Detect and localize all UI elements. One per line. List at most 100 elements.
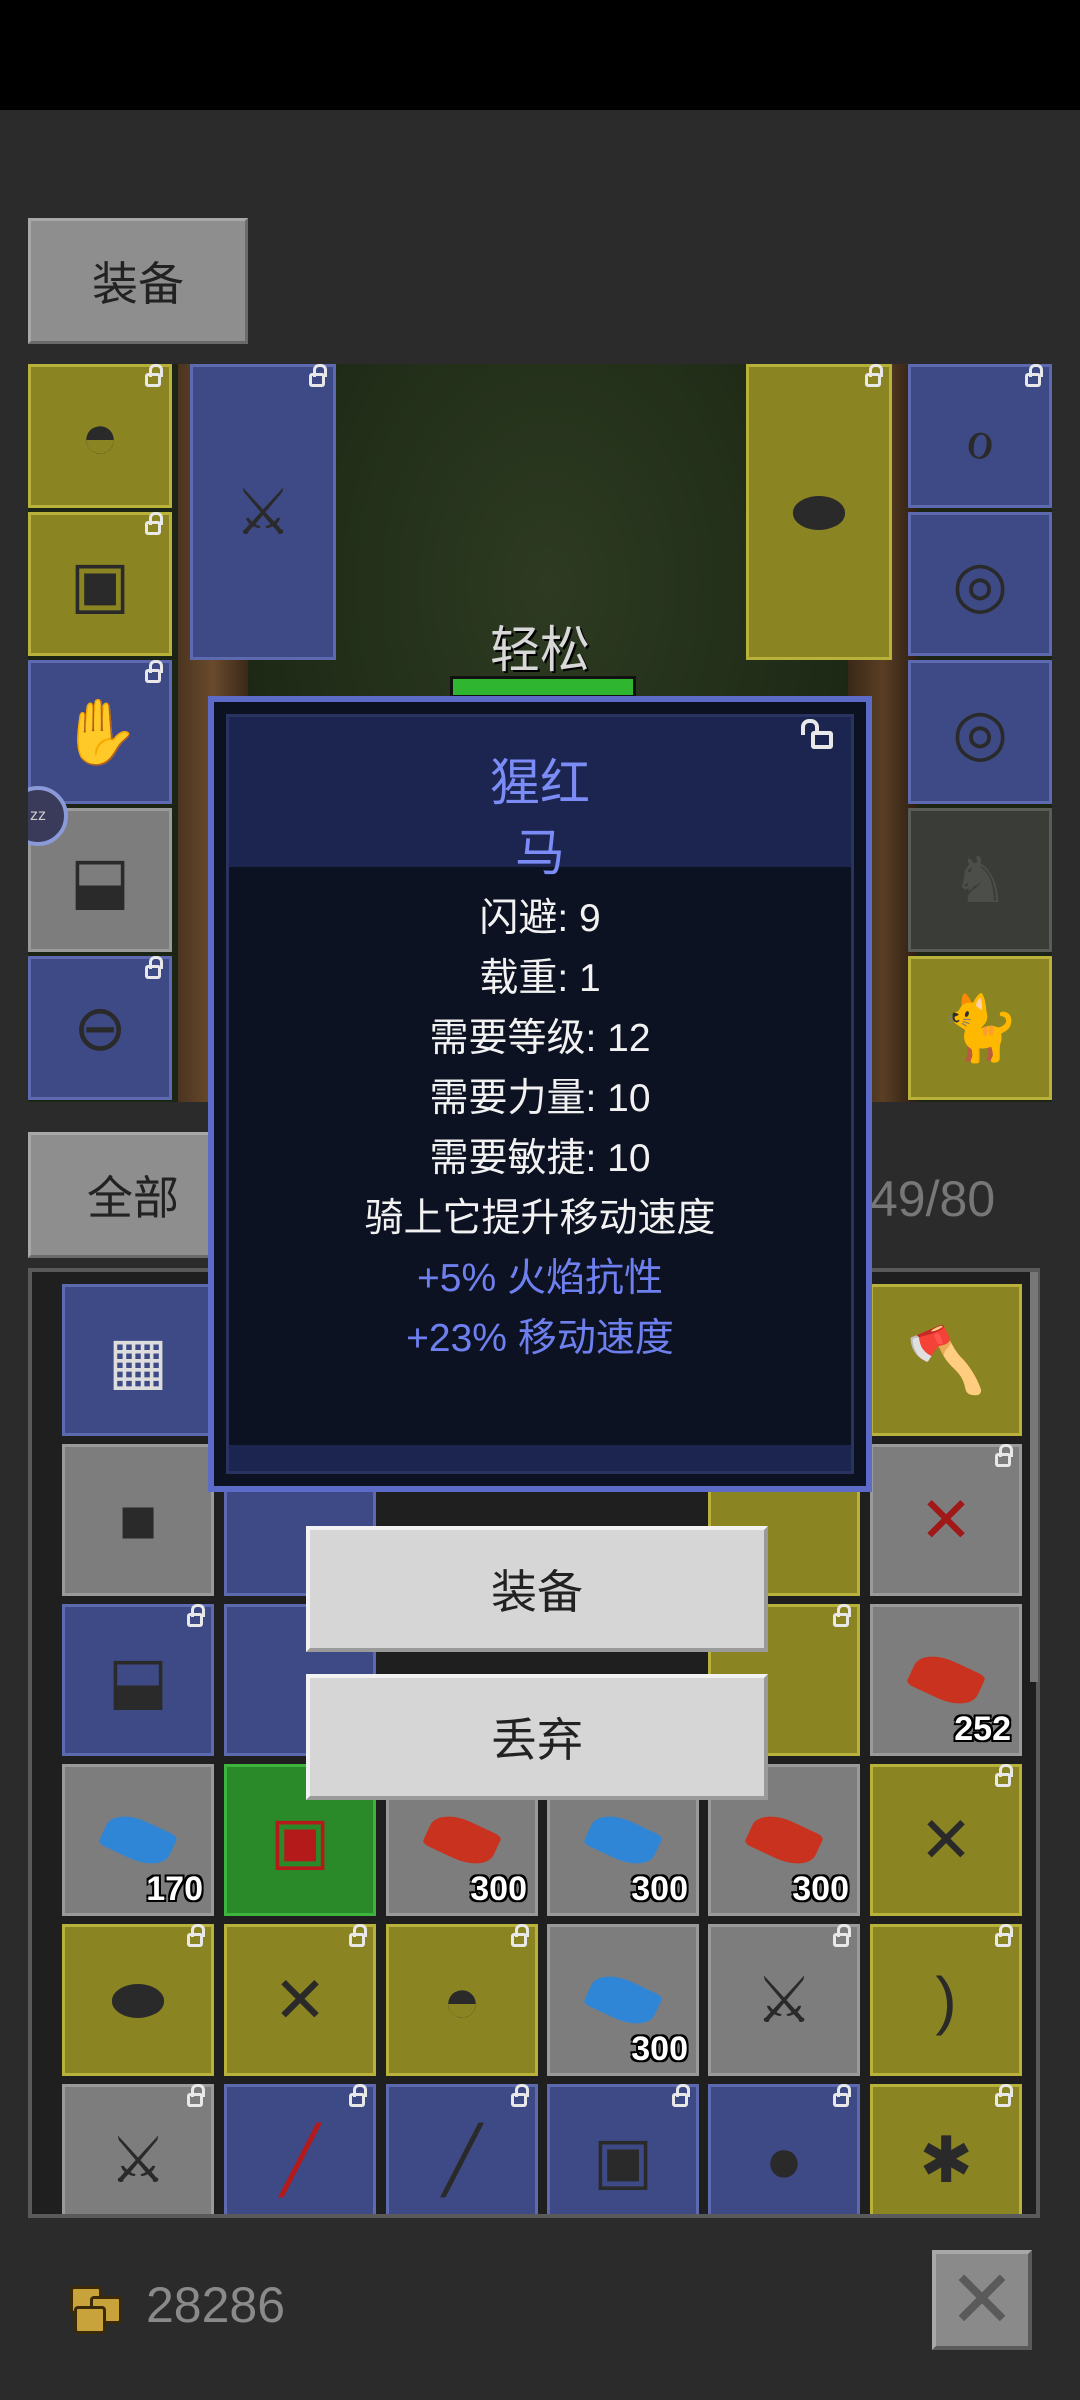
inventory-slot[interactable]: ✕ <box>870 1444 1022 1596</box>
staff-icon: ╱ <box>280 2124 320 2196</box>
equip-button[interactable]: 装备 <box>306 1526 768 1652</box>
amulet-slot[interactable]: ℴ <box>908 364 1052 508</box>
lock-icon <box>995 1444 1013 1467</box>
lock-icon <box>187 1924 205 1947</box>
lock-icon <box>672 2084 690 2107</box>
lock-icon <box>995 2084 1013 2107</box>
blue-feather-icon <box>582 1967 664 2033</box>
dialog-footer <box>229 1445 851 1471</box>
inventory-slot[interactable]: ✕ <box>224 1924 376 2076</box>
inventory-count: 49/80 <box>870 1171 996 1227</box>
lock-icon <box>1025 364 1043 387</box>
lock-icon <box>833 2084 851 2107</box>
lock-icon <box>187 1604 205 1627</box>
inventory-slot[interactable]: 🪓 <box>870 1284 1022 1436</box>
lock-icon <box>145 512 163 535</box>
gold-amount: 28286 <box>146 2277 286 2333</box>
armor-icon: ▣ <box>69 548 131 620</box>
ring-icon: ◎ <box>952 548 1008 620</box>
sword-icon: ⚔ <box>755 1964 813 2036</box>
round-shield-icon: ● <box>764 2124 804 2196</box>
inventory-slot[interactable]: ⬬ <box>62 1924 214 2076</box>
status-bar <box>0 0 1080 110</box>
inventory-slot[interactable]: ⚔ <box>708 1924 860 2076</box>
inventory-slot[interactable]: ■ <box>62 1444 214 1596</box>
lock-icon <box>309 364 327 387</box>
bonus-fire-resistance: +5% 火焰抗性 <box>417 1257 663 1300</box>
inventory-slot[interactable]: ) <box>870 1924 1022 2076</box>
cat-icon: 🐈 <box>940 992 1020 1064</box>
item-quantity: 300 <box>792 1870 849 1908</box>
inventory-scrollbar[interactable] <box>1030 1272 1038 1682</box>
helmet-icon: ◓ <box>80 400 120 472</box>
helmet-slot[interactable]: ◓ <box>28 364 172 508</box>
inventory-slot[interactable]: ⚔ <box>62 2084 214 2214</box>
lock-icon <box>145 364 163 387</box>
amulet-icon: ℴ <box>965 400 995 472</box>
discard-button[interactable]: 丢弃 <box>306 1674 768 1800</box>
lock-icon <box>349 2084 367 2107</box>
bonus-move-speed: +23% 移动速度 <box>406 1317 674 1360</box>
belt-slot[interactable]: ⊖ <box>28 956 172 1100</box>
item-quantity: 170 <box>146 1870 203 1908</box>
item-quantity: 300 <box>631 1870 688 1908</box>
lock-icon <box>511 1924 529 1947</box>
pet-slot[interactable]: 🐈 <box>908 956 1052 1100</box>
crossed-swords-icon: ✕ <box>273 1964 327 2036</box>
armor-icon: ▣ <box>592 2124 654 2196</box>
item-quantity: 300 <box>470 1870 527 1908</box>
stat-carry-weight: 载重: 1 <box>479 957 601 1000</box>
inventory-slot[interactable]: ▦ <box>62 1284 214 1436</box>
inventory-slot[interactable]: ✱ <box>870 2084 1022 2214</box>
inventory-slot[interactable]: ╱ <box>224 2084 376 2214</box>
bow-icon: ) <box>935 1964 957 2036</box>
armor-slot[interactable]: ▣ <box>28 512 172 656</box>
red-feather-icon <box>743 1807 825 1873</box>
stat-required-strength: 需要力量: 10 <box>429 1077 651 1120</box>
item-quantity: 252 <box>954 1710 1011 1748</box>
blue-feather-icon <box>97 1807 179 1873</box>
inventory-slot[interactable]: ✕ <box>870 1764 1022 1916</box>
tab-all[interactable]: 全部 <box>28 1132 238 1258</box>
shield-icon: ⬬ <box>110 1964 166 2036</box>
item-quantity: 300 <box>631 2030 688 2068</box>
blue-feather-icon <box>582 1807 664 1873</box>
lock-icon <box>145 956 163 979</box>
mount-slot-empty[interactable]: ♞ <box>908 808 1052 952</box>
lock-icon <box>145 660 163 683</box>
red-feather-icon <box>421 1807 503 1873</box>
hero-health-bar <box>450 676 636 698</box>
inventory-slot[interactable]: 300 <box>547 1924 699 2076</box>
item-detail-dialog: 猩红 马 闪避: 9 载重: 1 需要等级: 12 需要力量: 10 需要敏捷:… <box>208 696 872 1492</box>
lock-icon <box>995 1924 1013 1947</box>
inventory-slot[interactable]: ◓ <box>386 1924 538 2076</box>
sword-icon: ⚔ <box>234 476 292 548</box>
ore-icon: ■ <box>118 1484 158 1556</box>
weapon-slot[interactable]: ⚔ <box>190 364 336 660</box>
inventory-slot[interactable]: ⬓ <box>62 1604 214 1756</box>
spear-icon: ╱ <box>442 2124 482 2196</box>
inventory-slot[interactable]: 252 <box>870 1604 1022 1756</box>
item-description: 骑上它提升移动速度 <box>364 1197 716 1240</box>
inventory-slot[interactable]: ● <box>708 2084 860 2214</box>
stat-required-agility: 需要敏捷: 10 <box>429 1137 651 1180</box>
inventory-slot[interactable]: ╱ <box>386 2084 538 2214</box>
crossed-swords-icon: ✕ <box>919 1804 973 1876</box>
ring-slot-1[interactable]: ◎ <box>908 512 1052 656</box>
close-button[interactable]: ✕ <box>932 2250 1032 2350</box>
lock-icon <box>511 2084 529 2107</box>
shield-slot[interactable]: ⬬ <box>746 364 892 660</box>
sword-icon: ⚔ <box>109 2124 167 2196</box>
ring-slot-2[interactable]: ◎ <box>908 660 1052 804</box>
gloves-slot[interactable]: ✋ <box>28 660 172 804</box>
dialog-frame: 猩红 马 闪避: 9 载重: 1 需要等级: 12 需要力量: 10 需要敏捷:… <box>226 714 854 1474</box>
boots-icon: ⬓ <box>107 1644 169 1716</box>
red-armor-icon: ▣ <box>269 1804 331 1876</box>
tab-equipment[interactable]: 装备 <box>28 218 248 344</box>
item-name-line1: 猩红 <box>490 755 590 811</box>
inventory-slot[interactable]: 170 <box>62 1764 214 1916</box>
item-name-line2: 马 <box>515 825 565 881</box>
red-feather-icon <box>905 1647 987 1713</box>
inventory-slot[interactable]: ▣ <box>547 2084 699 2214</box>
horse-silhouette-icon: ♞ <box>951 844 1009 916</box>
